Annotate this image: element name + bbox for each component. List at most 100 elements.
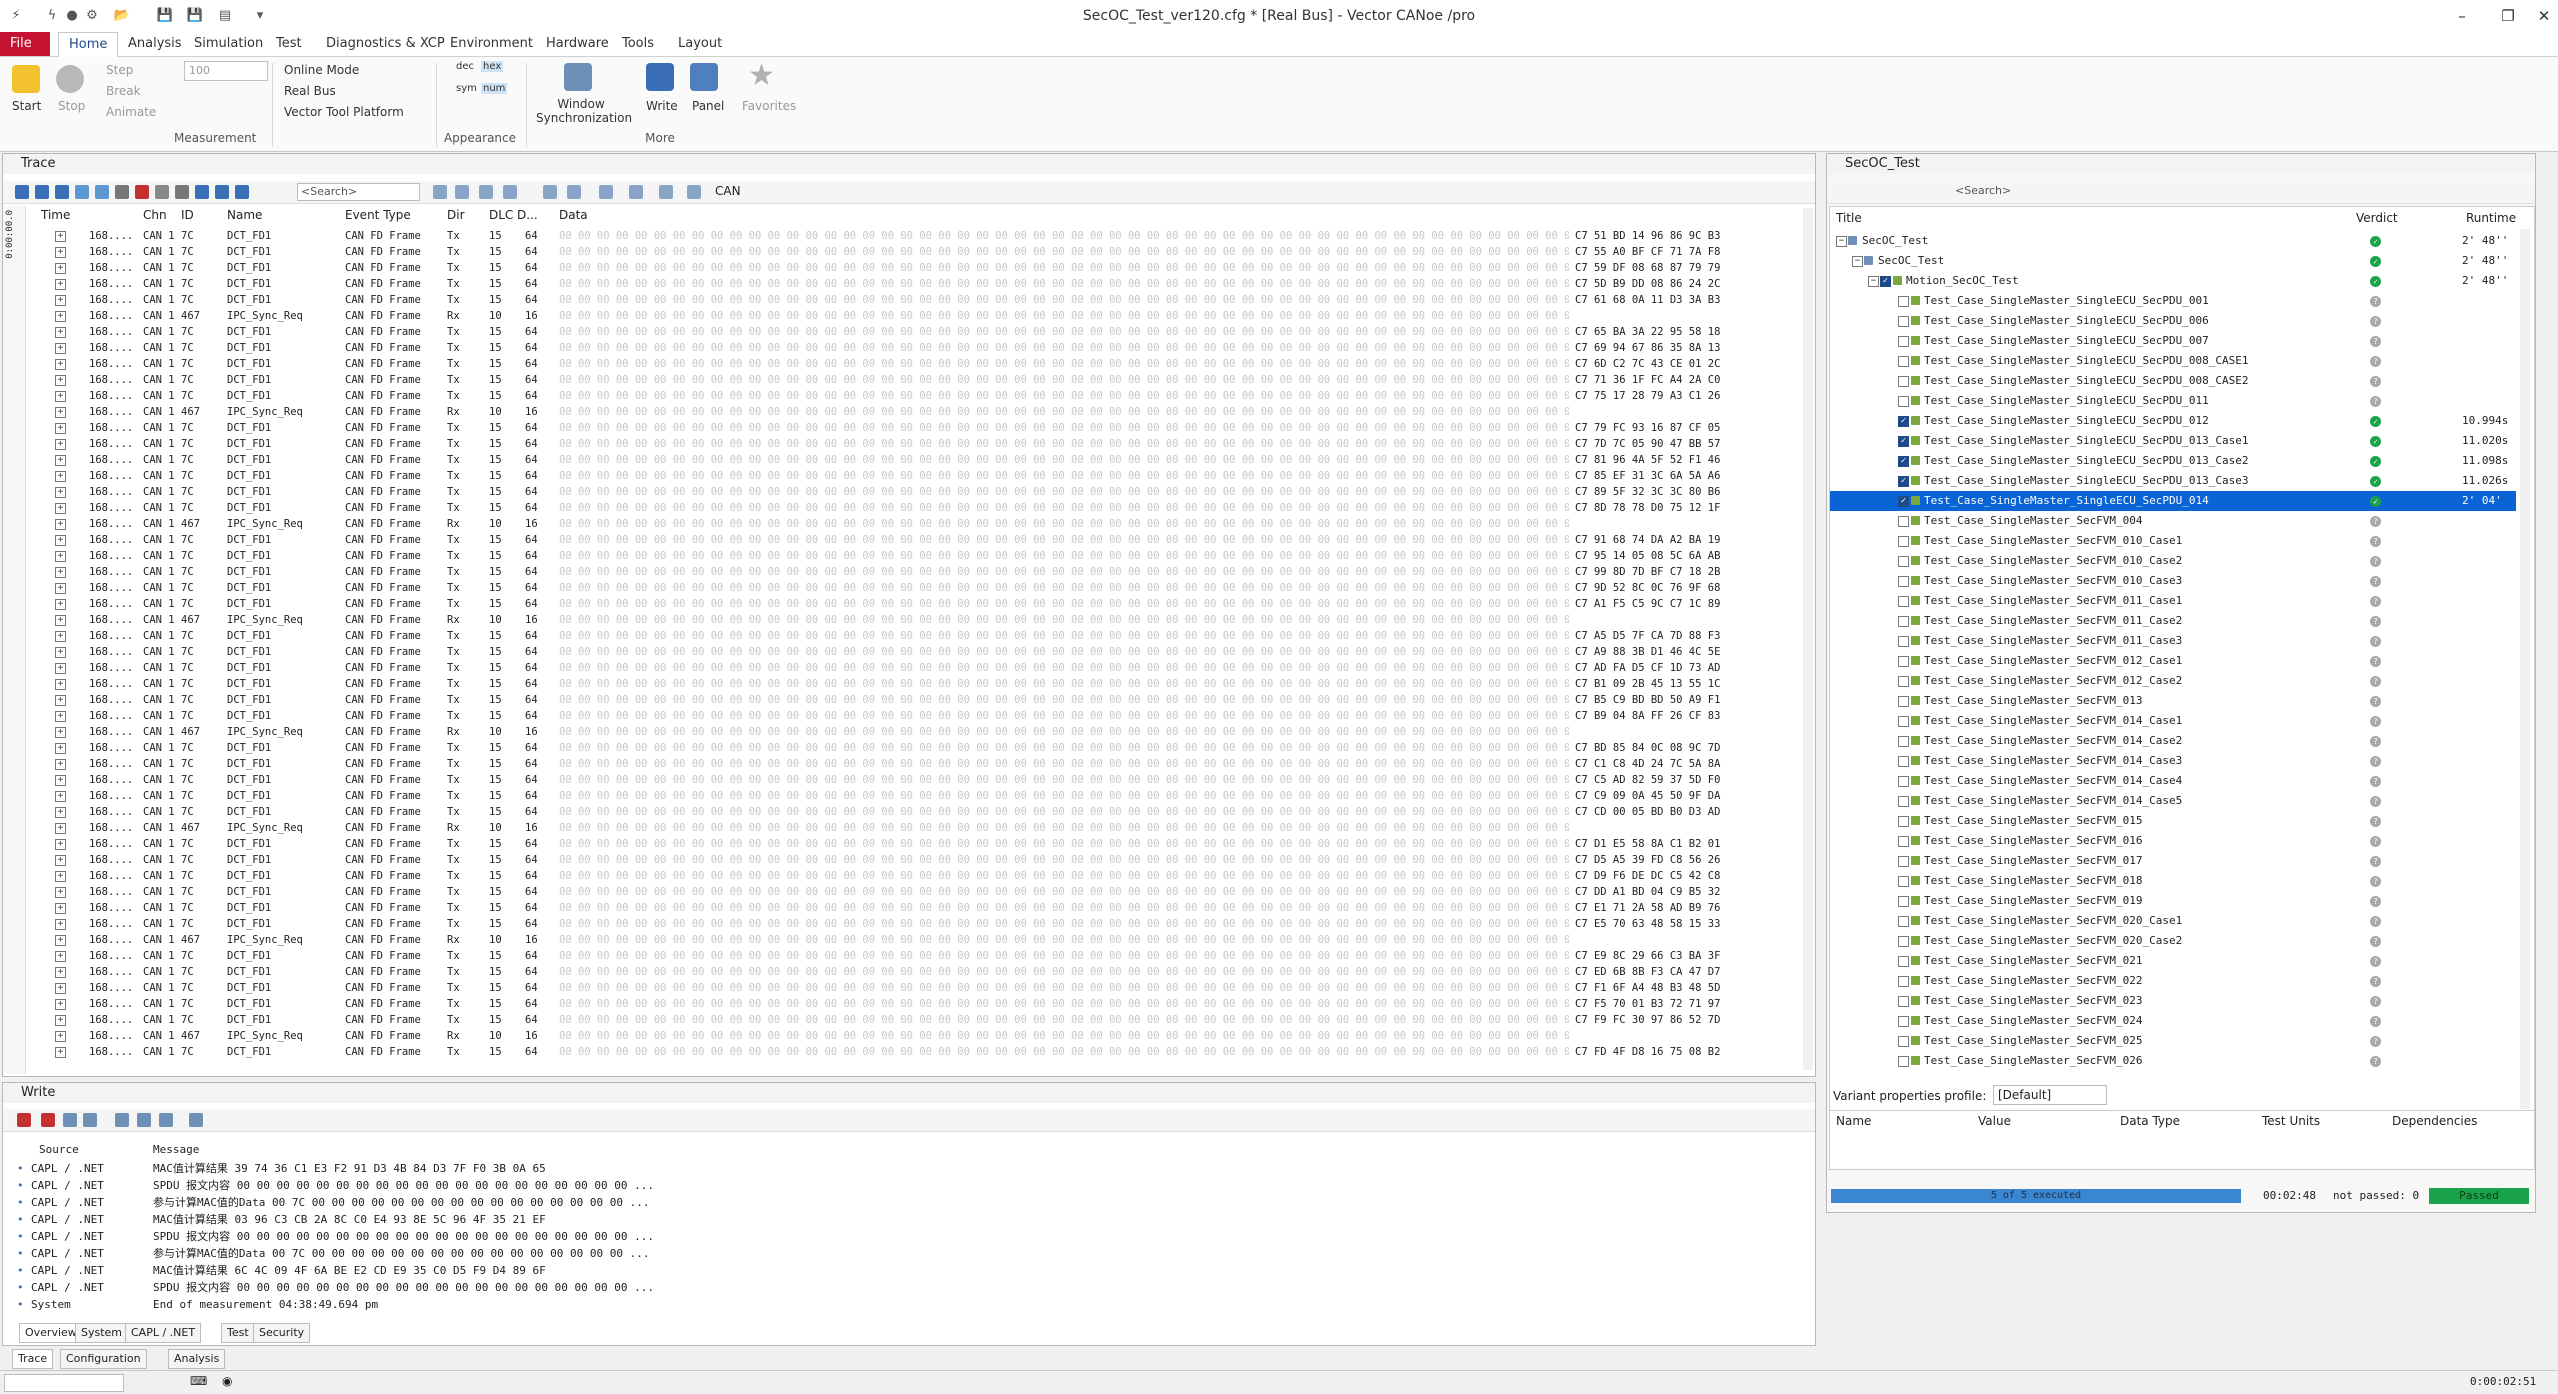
trace-tool-icon[interactable] bbox=[155, 185, 169, 199]
test-tree-row[interactable]: Test_Case_SingleMaster_SecFVM_011_Case3? bbox=[1830, 631, 2516, 651]
test-case-checkbox[interactable] bbox=[1898, 776, 1909, 787]
test-tree-row[interactable]: Test_Case_SingleMaster_SecFVM_014_Case4? bbox=[1830, 771, 2516, 791]
expand-toggle[interactable]: + bbox=[55, 663, 66, 674]
trace-row[interactable]: +168.... CAN 1 7C DCT_FD1 CAN FD Frame Tx 15 64… bbox=[27, 436, 1807, 452]
hex-toggle[interactable]: hex bbox=[481, 61, 504, 72]
trace-row[interactable]: +168.... CAN 1 7C DCT_FD1 CAN FD Frame Tx 15 64… bbox=[27, 1012, 1807, 1028]
dec-toggle[interactable]: dec bbox=[456, 61, 474, 72]
test-case-checkbox[interactable] bbox=[1898, 316, 1909, 327]
expand-toggle[interactable]: + bbox=[55, 439, 66, 450]
trace-row[interactable]: +168.... CAN 1 7C DCT_FD1 CAN FD Frame Tx 15 64… bbox=[27, 948, 1807, 964]
trace-row[interactable]: +168.... CAN 1 7C DCT_FD1 CAN FD Frame Tx 15 64… bbox=[27, 916, 1807, 932]
expand-toggle[interactable]: + bbox=[55, 679, 66, 690]
test-tree-row[interactable]: Test_Case_SingleMaster_SecFVM_017? bbox=[1830, 851, 2516, 871]
trace-tool-icon[interactable] bbox=[479, 185, 493, 199]
test-tree-row[interactable]: Test_Case_SingleMaster_SecFVM_014_Case1? bbox=[1830, 711, 2516, 731]
expand-toggle[interactable]: + bbox=[55, 359, 66, 370]
expand-toggle[interactable]: + bbox=[55, 823, 66, 834]
test-case-checkbox[interactable] bbox=[1898, 376, 1909, 387]
write-tab-3[interactable]: Test bbox=[221, 1323, 255, 1343]
test-case-checkbox[interactable] bbox=[1898, 516, 1909, 527]
trace-row[interactable]: +168.... CAN 1 467 IPC_Sync_Req CAN FD Frame… bbox=[27, 404, 1807, 420]
write-tool-icon[interactable] bbox=[189, 1113, 203, 1127]
test-tree-row[interactable]: Test_Case_SingleMaster_SecFVM_013? bbox=[1830, 691, 2516, 711]
trace-row[interactable]: +168.... CAN 1 7C DCT_FD1 CAN FD Frame Tx 15 64… bbox=[27, 740, 1807, 756]
trace-row[interactable]: +168.... CAN 1 7C DCT_FD1 CAN FD Frame Tx 15 64… bbox=[27, 676, 1807, 692]
expand-toggle[interactable]: + bbox=[55, 711, 66, 722]
tab-test[interactable]: Test bbox=[266, 32, 312, 56]
trace-tool-icon[interactable] bbox=[215, 185, 229, 199]
vector-tool-platform-button[interactable]: Vector Tool Platform bbox=[284, 105, 404, 119]
stop-button[interactable]: Stop bbox=[58, 99, 85, 113]
test-tree-row[interactable]: ✓ Test_Case_SingleMaster_SingleECU_SecPDU… bbox=[1830, 451, 2516, 471]
trace-row[interactable]: +168.... CAN 1 7C DCT_FD1 CAN FD Frame Tx 15 64… bbox=[27, 468, 1807, 484]
test-tree-row[interactable]: Test_Case_SingleMaster_SecFVM_021? bbox=[1830, 951, 2516, 971]
expand-toggle[interactable]: + bbox=[55, 295, 66, 306]
stop-icon[interactable] bbox=[56, 65, 84, 93]
trace-row[interactable]: +168.... CAN 1 7C DCT_FD1 CAN FD Frame Tx 15 64… bbox=[27, 772, 1807, 788]
test-tree-row[interactable]: Test_Case_SingleMaster_SecFVM_020_Case1? bbox=[1830, 911, 2516, 931]
test-tree-row[interactable]: Test_Case_SingleMaster_SecFVM_015? bbox=[1830, 811, 2516, 831]
test-tree-row[interactable]: ✓ Test_Case_SingleMaster_SingleECU_SecPDU… bbox=[1830, 471, 2516, 491]
expand-toggle[interactable]: + bbox=[55, 551, 66, 562]
test-case-checkbox[interactable] bbox=[1898, 996, 1909, 1007]
trace-tool-icon[interactable] bbox=[95, 185, 109, 199]
tab-home[interactable]: Home bbox=[58, 32, 119, 57]
trace-row[interactable]: +168.... CAN 1 7C DCT_FD1 CAN FD Frame Tx 15 64… bbox=[27, 548, 1807, 564]
expand-toggle[interactable]: + bbox=[55, 487, 66, 498]
test-case-checkbox[interactable] bbox=[1898, 816, 1909, 827]
write-tool-icon[interactable] bbox=[83, 1113, 97, 1127]
expand-toggle[interactable]: + bbox=[55, 695, 66, 706]
test-case-checkbox[interactable]: ✓ bbox=[1880, 276, 1891, 287]
trace-tool-icon[interactable] bbox=[687, 185, 701, 199]
num-toggle[interactable]: num bbox=[481, 83, 508, 94]
expand-toggle[interactable]: + bbox=[55, 535, 66, 546]
test-tree-row[interactable]: ✓ Test_Case_SingleMaster_SingleECU_SecPDU… bbox=[1830, 491, 2516, 511]
test-tree-row[interactable]: Test_Case_SingleMaster_SecFVM_010_Case1? bbox=[1830, 531, 2516, 551]
expand-toggle[interactable]: + bbox=[55, 935, 66, 946]
trace-row[interactable]: +168.... CAN 1 467 IPC_Sync_Req CAN FD Frame… bbox=[27, 516, 1807, 532]
test-case-checkbox[interactable] bbox=[1898, 616, 1909, 627]
trace-row[interactable]: +168.... CAN 1 7C DCT_FD1 CAN FD Frame Tx 15 64… bbox=[27, 980, 1807, 996]
test-case-checkbox[interactable] bbox=[1898, 596, 1909, 607]
trace-row[interactable]: +168.... CAN 1 467 IPC_Sync_Req CAN FD Frame… bbox=[27, 724, 1807, 740]
test-case-checkbox[interactable] bbox=[1898, 1036, 1909, 1047]
trace-tool-icon[interactable] bbox=[195, 185, 209, 199]
write-icon[interactable] bbox=[646, 63, 674, 91]
trace-row[interactable]: +168.... CAN 1 7C DCT_FD1 CAN FD Frame Tx 15 64… bbox=[27, 244, 1807, 260]
trace-col-3[interactable]: Name bbox=[227, 208, 262, 222]
trace-tool-icon[interactable] bbox=[35, 185, 49, 199]
expand-toggle[interactable]: + bbox=[55, 599, 66, 610]
test-case-checkbox[interactable]: ✓ bbox=[1898, 416, 1909, 427]
expand-toggle[interactable]: + bbox=[55, 423, 66, 434]
test-tree-row[interactable]: Test_Case_SingleMaster_SingleECU_SecPDU_… bbox=[1830, 351, 2516, 371]
tree-expand-toggle[interactable]: − bbox=[1836, 236, 1847, 247]
trace-row[interactable]: +168.... CAN 1 467 IPC_Sync_Req CAN FD Frame… bbox=[27, 612, 1807, 628]
expand-toggle[interactable]: + bbox=[55, 407, 66, 418]
expand-toggle[interactable]: + bbox=[55, 647, 66, 658]
test-tree-row[interactable]: Test_Case_SingleMaster_SecFVM_012_Case2? bbox=[1830, 671, 2516, 691]
test-tree-row[interactable]: Test_Case_SingleMaster_SecFVM_004? bbox=[1830, 511, 2516, 531]
sym-toggle[interactable]: sym bbox=[456, 83, 477, 94]
trace-row[interactable]: +168.... CAN 1 7C DCT_FD1 CAN FD Frame Tx 15 64… bbox=[27, 532, 1807, 548]
test-tree-row[interactable]: ✓ Test_Case_SingleMaster_SingleECU_SecPDU… bbox=[1830, 431, 2516, 451]
test-case-checkbox[interactable] bbox=[1898, 636, 1909, 647]
trace-row[interactable]: +168.... CAN 1 7C DCT_FD1 CAN FD Frame Tx 15 64… bbox=[27, 420, 1807, 436]
test-tree-row[interactable]: ✓ Test_Case_SingleMaster_SingleECU_SecPDU… bbox=[1830, 411, 2516, 431]
trace-row[interactable]: +168.... CAN 1 7C DCT_FD1 CAN FD Frame Tx 15 64… bbox=[27, 900, 1807, 916]
write-tool-icon[interactable] bbox=[137, 1113, 151, 1127]
test-case-checkbox[interactable] bbox=[1898, 696, 1909, 707]
test-tree-row[interactable]: − ✓ Motion_SecOC_Test ✓ 2' 48'' bbox=[1830, 271, 2516, 291]
test-case-checkbox[interactable] bbox=[1898, 716, 1909, 727]
write-tool-icon[interactable] bbox=[17, 1113, 31, 1127]
trace-row[interactable]: +168.... CAN 1 7C DCT_FD1 CAN FD Frame Tx 15 64… bbox=[27, 484, 1807, 500]
trace-tool-icon[interactable] bbox=[503, 185, 517, 199]
expand-toggle[interactable]: + bbox=[55, 903, 66, 914]
trace-tool-icon[interactable] bbox=[235, 185, 249, 199]
expand-toggle[interactable]: + bbox=[55, 455, 66, 466]
expand-toggle[interactable]: + bbox=[55, 503, 66, 514]
trace-row[interactable]: +168.... CAN 1 7C DCT_FD1 CAN FD Frame Tx 15 64… bbox=[27, 660, 1807, 676]
trace-tool-icon[interactable] bbox=[115, 185, 129, 199]
write-tab-1[interactable]: System bbox=[75, 1323, 129, 1343]
trace-row[interactable]: +168.... CAN 1 7C DCT_FD1 CAN FD Frame Tx 15 64… bbox=[27, 356, 1807, 372]
